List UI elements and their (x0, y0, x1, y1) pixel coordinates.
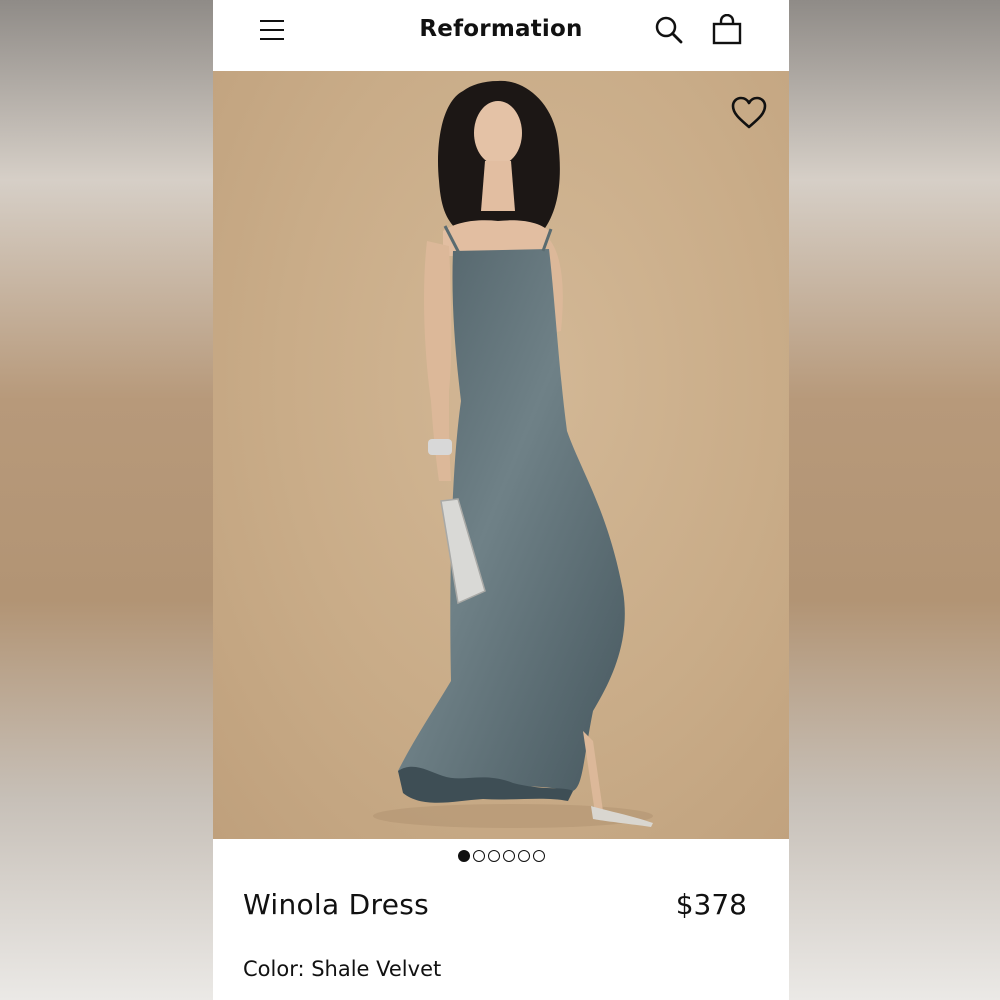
brand-logo[interactable]: Reformation (213, 16, 789, 42)
background-blur-left (0, 0, 213, 1000)
carousel-dot[interactable] (502, 850, 515, 862)
model-photo (373, 80, 653, 828)
search-icon[interactable] (653, 14, 685, 46)
product-name: Winola Dress (243, 888, 430, 921)
shopping-bag-icon[interactable] (711, 13, 743, 46)
product-color: Color: Shale Velvet (243, 957, 442, 981)
top-navigation-bar: Reformation (213, 0, 789, 71)
image-carousel-dots (213, 850, 789, 864)
phone-screen: Reformation Winola Dress $378 Color: Sha… (213, 0, 789, 1000)
product-image[interactable] (213, 71, 789, 839)
carousel-dot[interactable] (457, 850, 470, 862)
carousel-dot[interactable] (532, 850, 545, 862)
heart-outline-icon[interactable] (729, 95, 769, 131)
product-price: $378 (675, 888, 747, 921)
carousel-dot[interactable] (487, 850, 500, 862)
carousel-dot[interactable] (517, 850, 530, 862)
background-blur-right (789, 0, 1000, 1000)
carousel-dot[interactable] (472, 850, 485, 862)
